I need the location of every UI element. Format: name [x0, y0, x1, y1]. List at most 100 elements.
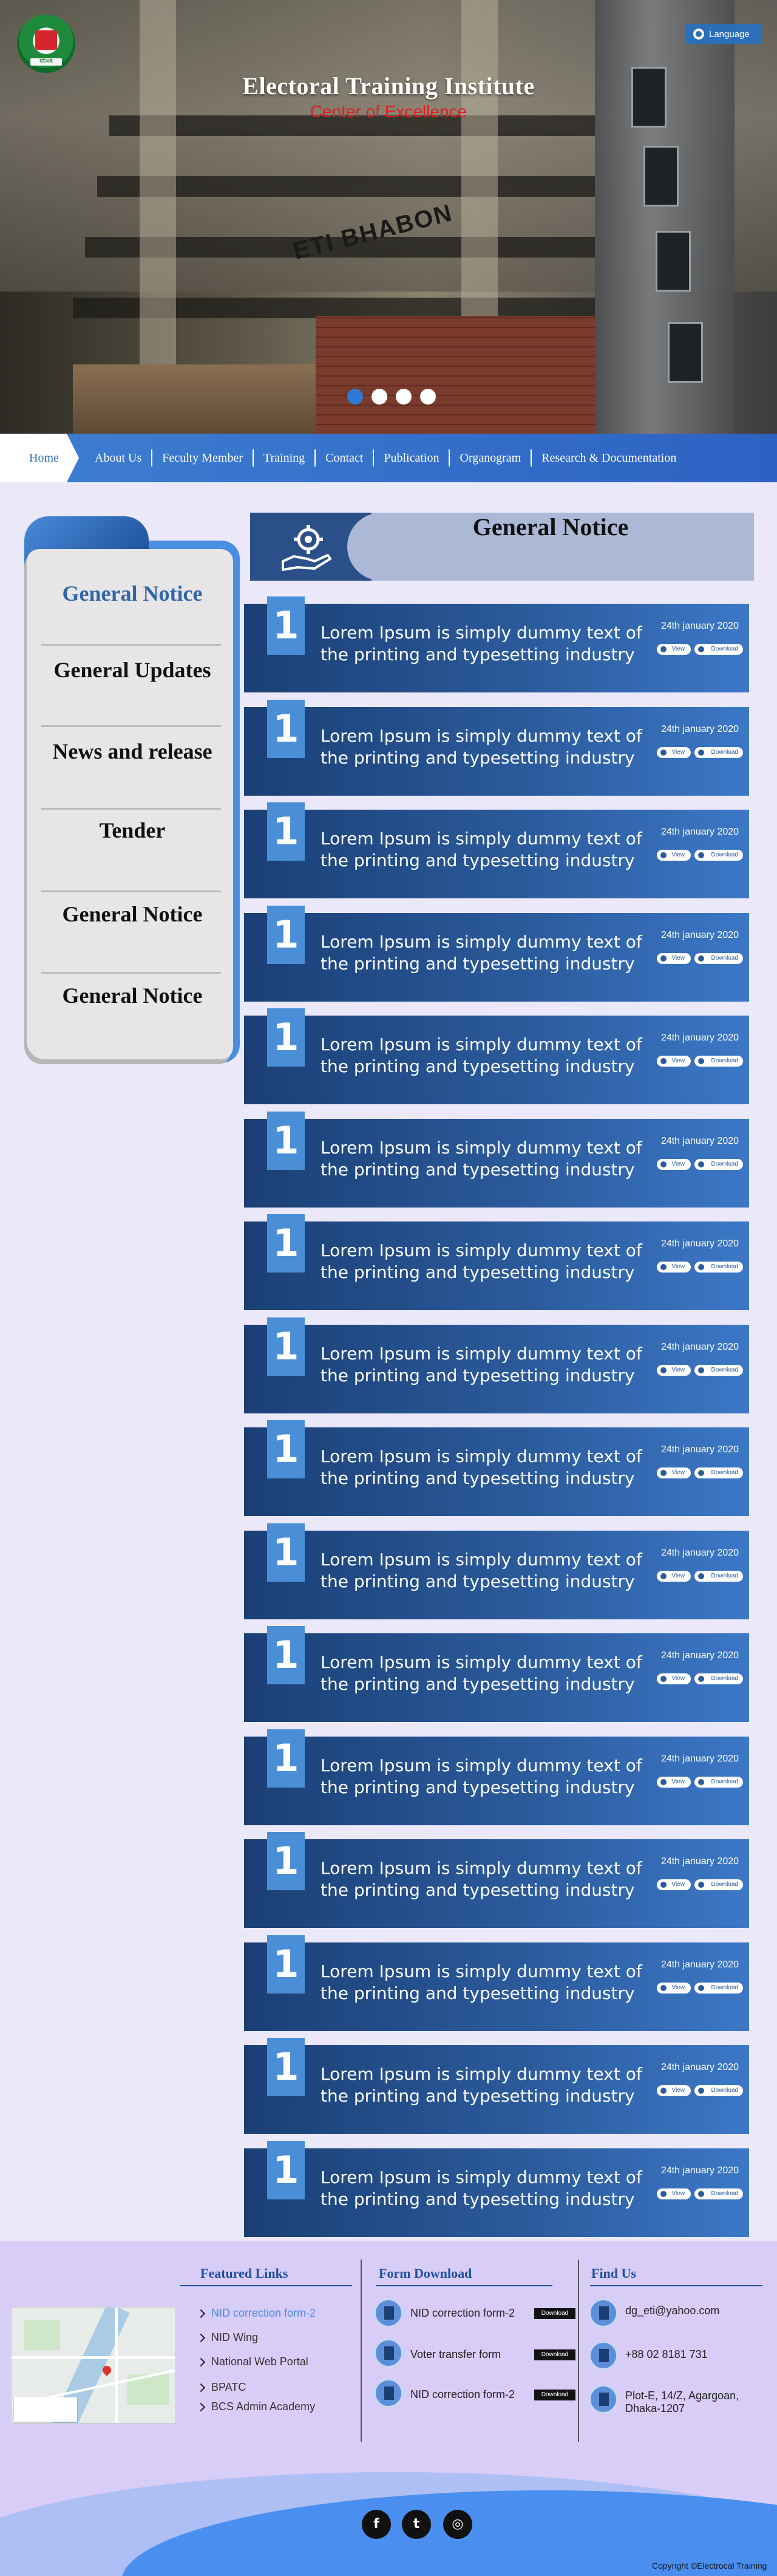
view-button[interactable]: View	[657, 2085, 691, 2096]
sidebar-item-general-notice[interactable]: General Notice	[41, 581, 223, 606]
contact-phone[interactable]: +88 02 8181 731	[625, 2348, 708, 2361]
view-button[interactable]: View	[657, 1365, 691, 1376]
view-button[interactable]: View	[657, 1777, 691, 1788]
notice-number-badge: 1	[267, 1008, 305, 1067]
map-info-card[interactable]	[14, 2397, 77, 2422]
notice-card[interactable]: 1 Lorem Ipsum is simply dummy text of the…	[244, 700, 749, 796]
view-button[interactable]: View	[657, 1571, 691, 1582]
notice-text: Lorem Ipsum is simply dummy text of the …	[321, 726, 642, 768]
notice-card[interactable]: 1 Lorem Ipsum is simply dummy text of the…	[244, 2038, 749, 2134]
notice-card[interactable]: 1 Lorem Ipsum is simply dummy text of the…	[244, 2141, 749, 2237]
download-button[interactable]: Download	[694, 953, 743, 964]
slider-dot[interactable]	[420, 389, 436, 405]
download-button[interactable]: Download	[694, 1262, 743, 1273]
slider-dot[interactable]	[347, 389, 363, 405]
nav-faculty-member[interactable]: Feculty Member	[152, 449, 254, 466]
download-button[interactable]: Download	[694, 644, 743, 655]
view-button[interactable]: View	[657, 2188, 691, 2199]
notice-text: Lorem Ipsum is simply dummy text of the …	[321, 623, 642, 664]
nav-home[interactable]: Home	[0, 434, 79, 482]
download-button[interactable]: Download	[694, 1673, 743, 1684]
twitter-icon[interactable]: t	[402, 2510, 431, 2539]
download-button[interactable]: Download	[694, 1159, 743, 1170]
notice-text: Lorem Ipsum is simply dummy text of the …	[321, 1446, 642, 1488]
nav-training[interactable]: Training	[254, 449, 316, 466]
download-button[interactable]: Download	[694, 1571, 743, 1582]
download-button[interactable]: Download	[694, 1467, 743, 1478]
download-button[interactable]: Download	[694, 2188, 743, 2199]
featured-link[interactable]: NID correction form-2	[196, 2307, 316, 2320]
slider-dot[interactable]	[372, 389, 387, 405]
view-button[interactable]: View	[657, 644, 691, 655]
sidebar-item-tender[interactable]: Tender	[41, 818, 223, 843]
notice-card[interactable]: 1 Lorem Ipsum is simply dummy text of the…	[244, 1317, 749, 1413]
section-header: General Notice	[0, 513, 777, 581]
view-button[interactable]: View	[657, 1467, 691, 1478]
location-map[interactable]	[11, 2307, 176, 2424]
view-button[interactable]: View	[657, 1159, 691, 1170]
notice-card[interactable]: 1 Lorem Ipsum is simply dummy text of the…	[244, 1008, 749, 1104]
notice-number-badge: 1	[267, 1420, 305, 1478]
nav-about-us[interactable]: About Us	[85, 449, 153, 466]
notice-card[interactable]: 1 Lorem Ipsum is simply dummy text of the…	[244, 1214, 749, 1310]
notice-card[interactable]: 1 Lorem Ipsum is simply dummy text of the…	[244, 1112, 749, 1208]
view-button[interactable]: View	[657, 1262, 691, 1273]
map-road	[12, 2356, 175, 2359]
notice-date: 24th january 2020	[660, 827, 739, 837]
notice-card[interactable]: 1 Lorem Ipsum is simply dummy text of the…	[244, 1935, 749, 2031]
nav-publication[interactable]: Publication	[374, 449, 450, 466]
view-button[interactable]: View	[657, 1983, 691, 1993]
nav-organogram[interactable]: Organogram	[450, 449, 532, 466]
sidebar-item-news-and-release[interactable]: News and release	[41, 739, 223, 764]
notice-card[interactable]: 1 Lorem Ipsum is simply dummy text of the…	[244, 1729, 749, 1825]
notice-text: Lorem Ipsum is simply dummy text of the …	[321, 828, 642, 870]
view-button[interactable]: View	[657, 1673, 691, 1684]
nav-contact[interactable]: Contact	[316, 449, 375, 466]
download-button[interactable]: Download	[534, 2308, 575, 2319]
sidebar-item-general-notice-3[interactable]: General Notice	[41, 983, 223, 1008]
view-button[interactable]: View	[657, 1879, 691, 1890]
window	[668, 322, 703, 383]
window	[643, 146, 679, 207]
notice-text: Lorem Ipsum is simply dummy text of the …	[321, 1961, 642, 2003]
site-logo[interactable]: ইটিআই	[17, 15, 75, 73]
notice-card[interactable]: 1 Lorem Ipsum is simply dummy text of the…	[244, 1523, 749, 1619]
nav-research-documentation[interactable]: Research & Documentation	[532, 449, 686, 466]
sidebar-item-general-notice-2[interactable]: General Notice	[41, 901, 223, 927]
notice-date: 24th january 2020	[660, 2062, 739, 2072]
download-button[interactable]: Download	[534, 2349, 575, 2360]
notice-date: 24th january 2020	[660, 621, 739, 631]
sidebar-item-general-updates[interactable]: General Updates	[41, 657, 223, 683]
notice-card[interactable]: 1 Lorem Ipsum is simply dummy text of the…	[244, 1420, 749, 1516]
notice-card[interactable]: 1 Lorem Ipsum is simply dummy text of the…	[244, 906, 749, 1002]
slider-dot[interactable]	[396, 389, 412, 405]
download-button[interactable]: Download	[694, 747, 743, 758]
featured-link[interactable]: NID Wing	[196, 2331, 258, 2344]
featured-link-label: BCS Admin Academy	[211, 2400, 316, 2413]
notice-card[interactable]: 1 Lorem Ipsum is simply dummy text of the…	[244, 1832, 749, 1928]
location-icon	[589, 2385, 618, 2414]
contact-email[interactable]: dg_eti@yahoo.com	[625, 2304, 719, 2317]
download-button[interactable]: Download	[694, 1983, 743, 1993]
notice-card[interactable]: 1 Lorem Ipsum is simply dummy text of the…	[244, 1626, 749, 1722]
download-button[interactable]: Download	[694, 1777, 743, 1788]
download-button[interactable]: Download	[534, 2390, 575, 2400]
download-button[interactable]: Download	[694, 2085, 743, 2096]
notice-card[interactable]: 1 Lorem Ipsum is simply dummy text of the…	[244, 596, 749, 692]
facebook-icon[interactable]: f	[362, 2510, 391, 2539]
view-button[interactable]: View	[657, 1056, 691, 1067]
download-button[interactable]: Download	[694, 850, 743, 861]
download-button[interactable]: Download	[694, 1056, 743, 1067]
language-button[interactable]: Language	[686, 24, 761, 44]
download-button[interactable]: Download	[694, 1879, 743, 1890]
view-button[interactable]: View	[657, 850, 691, 861]
notice-card[interactable]: 1 Lorem Ipsum is simply dummy text of the…	[244, 802, 749, 898]
featured-link[interactable]: National Web Portal	[196, 2356, 308, 2368]
sidebar-divider	[41, 725, 221, 727]
view-button[interactable]: View	[657, 953, 691, 964]
globe-icon[interactable]: ◎	[443, 2510, 472, 2539]
view-button[interactable]: View	[657, 747, 691, 758]
download-button[interactable]: Download	[694, 1365, 743, 1376]
featured-link[interactable]: BPATC	[196, 2381, 246, 2394]
featured-link[interactable]: BCS Admin Academy	[196, 2400, 316, 2413]
